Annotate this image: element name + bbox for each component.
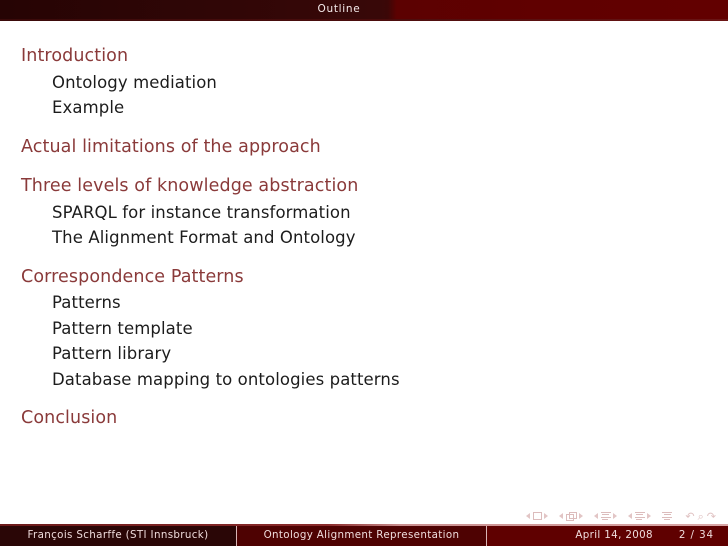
toc-subsection-example[interactable]: Example [52, 99, 711, 117]
subsection-navigation-group[interactable] [594, 511, 618, 521]
footer-divider [0, 524, 728, 526]
outline-list: Introduction Ontology mediation Example … [21, 47, 711, 428]
toc-subsection-database-mapping[interactable]: Database mapping to ontologies patterns [52, 371, 711, 389]
presentation-navigation-group[interactable] [662, 511, 673, 521]
prev-slide-icon[interactable] [526, 513, 531, 519]
toc-subsection-ontology-mediation[interactable]: Ontology mediation [52, 74, 711, 92]
prev-frame-icon[interactable] [559, 513, 564, 519]
slide-navigation-group[interactable] [526, 512, 549, 520]
section-icon[interactable] [634, 511, 645, 521]
slide-header-bar: Outline [0, 0, 728, 19]
toc-subsection-sparql[interactable]: SPARQL for instance transformation [52, 204, 711, 222]
section-navigation-group[interactable] [628, 511, 652, 521]
slide-content: Introduction Ontology mediation Example … [0, 21, 728, 501]
document-navigation-group[interactable]: ↶ ⌕ ↷ [685, 511, 716, 522]
toc-subsection-patterns[interactable]: Patterns [52, 294, 711, 312]
toc-section-correspondence-patterns[interactable]: Correspondence Patterns [21, 268, 711, 287]
frame-icon[interactable] [565, 511, 577, 521]
next-frame-icon[interactable] [579, 513, 584, 519]
toc-section-three-levels[interactable]: Three levels of knowledge abstraction [21, 177, 711, 196]
search-icon[interactable]: ⌕ [698, 511, 704, 522]
frame-navigation-group[interactable] [559, 511, 584, 521]
forward-icon[interactable]: ↷ [707, 511, 716, 522]
footer-author: François Scharffe (STI Innsbruck) [0, 524, 236, 546]
next-section-icon[interactable] [647, 513, 652, 519]
toc-section-introduction[interactable]: Introduction [21, 47, 711, 66]
slide-footer-bar: François Scharffe (STI Innsbruck) Ontolo… [0, 524, 728, 546]
back-icon[interactable]: ↶ [685, 511, 694, 522]
navigation-symbols[interactable]: ↶ ⌕ ↷ [526, 508, 716, 524]
footer-page-number: 2 / 34 [678, 529, 714, 541]
footer-meta: April 14, 2008 2 / 34 [486, 524, 728, 546]
toc-section-actual-limitations[interactable]: Actual limitations of the approach [21, 138, 711, 157]
footer-presentation-title: Ontology Alignment Representation [236, 524, 486, 546]
subsection-icon[interactable] [600, 511, 611, 521]
slide-icon[interactable] [532, 512, 542, 520]
prev-subsection-icon[interactable] [594, 513, 599, 519]
prev-section-icon[interactable] [628, 513, 633, 519]
toc-subsection-pattern-template[interactable]: Pattern template [52, 320, 711, 338]
presentation-icon[interactable] [662, 511, 673, 521]
toc-subsection-alignment-format[interactable]: The Alignment Format and Ontology [52, 229, 711, 247]
next-subsection-icon[interactable] [613, 513, 618, 519]
footer-date: April 14, 2008 [575, 529, 653, 541]
page-title: Outline [317, 3, 361, 15]
toc-subsection-pattern-library[interactable]: Pattern library [52, 345, 711, 363]
toc-section-conclusion[interactable]: Conclusion [21, 409, 711, 428]
next-slide-icon[interactable] [544, 513, 549, 519]
